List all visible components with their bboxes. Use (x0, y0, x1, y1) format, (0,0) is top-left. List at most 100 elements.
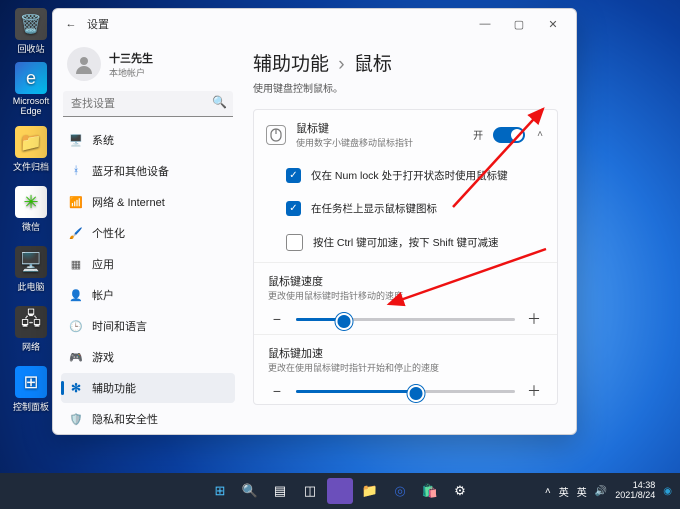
sidebar-item-label: 帐户 (92, 287, 114, 303)
desktop-icon-edge[interactable]: eMicrosoft Edge (6, 62, 56, 116)
desktop: 🗑️回收站 eMicrosoft Edge 📁文件归档 ✳︎微信 🖥️此电脑 🖧… (0, 0, 680, 509)
accel-slider[interactable]: − ＋ (268, 382, 543, 400)
sidebar-item-个性化[interactable]: 🖌️ 个性化 (61, 218, 235, 248)
settings-taskbar[interactable]: ⚙ (447, 478, 473, 504)
widgets[interactable]: ◫ (297, 478, 323, 504)
task-view[interactable]: ▤ (267, 478, 293, 504)
shield-icon: 🛡️ (69, 412, 83, 426)
plus-button[interactable]: ＋ (525, 382, 543, 400)
close-button[interactable]: ✕ (536, 9, 570, 39)
speed-desc: 更改使用鼠标键时指针移动的速度 (268, 289, 543, 302)
sidebar-item-label: 时间和语言 (92, 318, 147, 334)
checkbox[interactable]: ✓ (286, 168, 301, 183)
sidebar-item-游戏[interactable]: 🎮 游戏 (61, 342, 235, 372)
taskbar-app[interactable] (327, 478, 353, 504)
taskbar-center: ⊞ 🔍 ▤ ◫ 📁 ◎ 🛍️ ⚙ (207, 478, 473, 504)
maximize-button[interactable]: ▢ (502, 9, 536, 39)
desktop-icon-network[interactable]: 🖧网络 (6, 306, 56, 353)
sidebar-item-辅助功能[interactable]: ✻ 辅助功能 (61, 373, 235, 403)
settings-window: ← 设置 — ▢ ✕ 十三先生 本地帐户 🔍 (52, 8, 577, 435)
sidebar-item-隐私和安全性[interactable]: 🛡️ 隐私和安全性 (61, 404, 235, 434)
sidebar-item-蓝牙和其他设备[interactable]: ᚼ 蓝牙和其他设备 (61, 156, 235, 186)
minimize-button[interactable]: — (468, 9, 502, 39)
accessibility-icon: ✻ (69, 381, 83, 395)
sidebar-item-label: 应用 (92, 256, 114, 272)
mouse-keys-header[interactable]: 鼠标键 使用数字小键盘移动鼠标指针 开 ˄ (254, 110, 557, 159)
clock[interactable]: 14:38 2021/8/24 (615, 481, 655, 501)
mouse-keys-option[interactable]: ✓仅在 Num lock 处于打开状态时使用鼠标键 (254, 159, 557, 192)
ime-indicator[interactable]: 英 (559, 484, 569, 499)
chevron-right-icon: › (338, 54, 344, 75)
breadcrumb: 辅助功能 › 鼠标 (253, 49, 558, 76)
breadcrumb-current: 鼠标 (354, 54, 392, 75)
page-subtitle: 使用键盘控制鼠标。 (253, 80, 558, 95)
window-title: 设置 (87, 16, 109, 32)
taskbar: ⊞ 🔍 ▤ ◫ 📁 ◎ 🛍️ ⚙ ˄ 英 英 🔊 14:38 2021/8/24… (0, 473, 680, 509)
start-button[interactable]: ⊞ (207, 478, 233, 504)
bluetooth-icon: ᚼ (69, 164, 83, 178)
plus-button[interactable]: ＋ (525, 310, 543, 328)
user-block[interactable]: 十三先生 本地帐户 (61, 43, 235, 91)
titlebar: ← 设置 — ▢ ✕ (53, 9, 576, 39)
accel-desc: 更改在使用鼠标键时指针开始和停止的速度 (268, 361, 543, 374)
search-input[interactable] (63, 91, 233, 117)
file-explorer[interactable]: 📁 (357, 478, 383, 504)
volume-icon[interactable]: 🔊 (595, 486, 607, 497)
minus-button[interactable]: − (268, 382, 286, 400)
main-pane: 辅助功能 › 鼠标 使用键盘控制鼠标。 鼠标键 使用数字小键盘移动鼠标指针 开 (243, 39, 576, 434)
game-icon: 🎮 (69, 350, 83, 364)
mouse-keys-title: 鼠标键 (296, 120, 413, 136)
checkbox[interactable] (286, 234, 303, 251)
time-icon: 🕒 (69, 319, 83, 333)
breadcrumb-parent[interactable]: 辅助功能 (253, 54, 329, 75)
display-icon: 🖥️ (69, 133, 83, 147)
sidebar-item-label: 辅助功能 (92, 380, 136, 396)
speed-title: 鼠标键速度 (268, 273, 543, 289)
desktop-icon-wechat[interactable]: ✳︎微信 (6, 186, 56, 233)
user-sub: 本地帐户 (109, 66, 153, 79)
sidebar-item-系统[interactable]: 🖥️ 系统 (61, 125, 235, 155)
sidebar-item-label: 系统 (92, 132, 114, 148)
mouse-keys-option[interactable]: 按住 Ctrl 键可加速，按下 Shift 键可减速 (254, 225, 557, 260)
wifi-icon: 📶 (69, 195, 83, 209)
ime-extra[interactable]: 英 (577, 484, 587, 499)
edge-taskbar[interactable]: ◎ (387, 478, 413, 504)
mouse-keys-card: 鼠标键 使用数字小键盘移动鼠标指针 开 ˄ ✓仅在 Num lock 处于打开状… (253, 109, 558, 405)
search-box[interactable]: 🔍 (63, 91, 233, 117)
desktop-icon-recycle[interactable]: 🗑️回收站 (6, 8, 56, 55)
avatar (67, 47, 101, 81)
sidebar-item-应用[interactable]: ▦应用 (61, 249, 235, 279)
speed-slider[interactable]: − ＋ (268, 310, 543, 328)
back-button[interactable]: ← (59, 12, 83, 36)
sidebar-item-label: 游戏 (92, 349, 114, 365)
clock-date: 2021/8/24 (615, 491, 655, 501)
desktop-icon-control[interactable]: ⊞控制面板 (6, 366, 56, 413)
sidebar-item-帐户[interactable]: 👤 帐户 (61, 280, 235, 310)
minus-button[interactable]: − (268, 310, 286, 328)
sidebar-item-label: 隐私和安全性 (92, 411, 158, 427)
brush-icon: 🖌️ (69, 226, 83, 240)
nav-list: 🖥️ 系统 ᚼ 蓝牙和其他设备 📶网络 & Internet 🖌️ 个性化 ▦应用 👤 帐户 🕒 时间… (61, 125, 235, 434)
sidebar-item-label: 蓝牙和其他设备 (92, 163, 169, 179)
tray-chevron[interactable]: ˄ (545, 486, 551, 497)
speed-track[interactable] (296, 318, 515, 321)
accel-track[interactable] (296, 390, 515, 393)
notifications-icon[interactable]: ◉ (663, 486, 672, 497)
mouse-keys-desc: 使用数字小键盘移动鼠标指针 (296, 136, 413, 149)
desktop-icon-folder[interactable]: 📁文件归档 (6, 126, 56, 173)
chevron-up-icon[interactable]: ˄ (535, 129, 545, 140)
search-icon: 🔍 (212, 95, 227, 109)
mouse-keys-toggle[interactable] (493, 127, 525, 143)
sidebar-item-label: 个性化 (92, 225, 125, 241)
mouse-keys-option[interactable]: ✓在任务栏上显示鼠标键图标 (254, 192, 557, 225)
mouse-icon (266, 125, 286, 145)
desktop-icon-thispc[interactable]: 🖥️此电脑 (6, 246, 56, 293)
sidebar-item-时间和语言[interactable]: 🕒 时间和语言 (61, 311, 235, 341)
store[interactable]: 🛍️ (417, 478, 443, 504)
sidebar-item-网络 & Internet[interactable]: 📶网络 & Internet (61, 187, 235, 217)
toggle-state-label: 开 (473, 127, 483, 142)
account-icon: 👤 (69, 288, 83, 302)
taskbar-search[interactable]: 🔍 (237, 478, 263, 504)
accel-title: 鼠标键加速 (268, 345, 543, 361)
checkbox[interactable]: ✓ (286, 201, 301, 216)
